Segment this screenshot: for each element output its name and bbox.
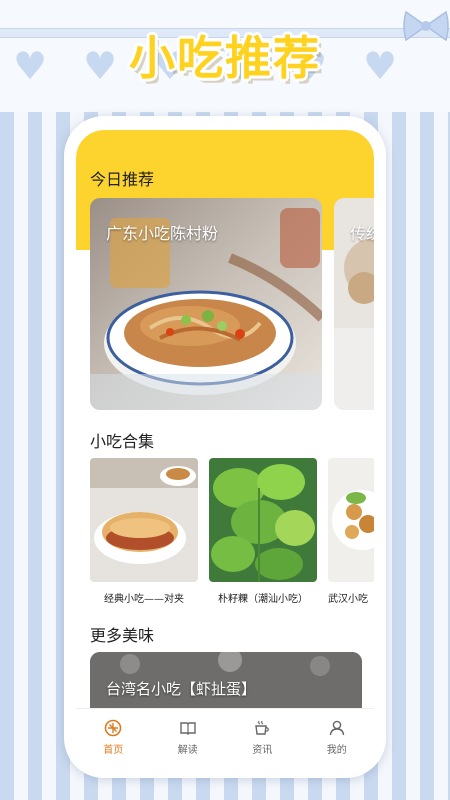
tab-label: 首页 <box>103 745 124 756</box>
app-screen: 今日推荐 广东小吃陈村粉 传 小吃合集 经典小吃——对夹 朴籽粿（潮汕小吃） 武… <box>76 130 374 766</box>
tab-read[interactable]: 解读 <box>151 709 226 766</box>
collection-item[interactable]: 经典小吃——对夹 <box>90 458 198 605</box>
recommend-card-title: 传统 <box>350 224 374 243</box>
recommend-card[interactable]: 广东小吃陈村粉 <box>90 198 322 410</box>
collection-item[interactable]: 朴籽粿（潮汕小吃） <box>209 458 317 605</box>
tab-news[interactable]: 资讯 <box>225 709 300 766</box>
book-icon <box>180 722 196 735</box>
collection-list: 经典小吃——对夹 朴籽粿（潮汕小吃） 武汉小吃 <box>90 458 374 618</box>
collection-section-title: 小吃合集 <box>90 432 155 451</box>
food-photo <box>328 458 374 582</box>
tab-label: 我的 <box>326 745 347 756</box>
home-icon <box>104 719 122 737</box>
bottom-tab-bar: 首页 解读 资讯 我的 <box>76 708 374 766</box>
collection-item[interactable]: 武汉小吃 <box>328 458 374 605</box>
food-photo <box>90 458 198 582</box>
recommend-card-title: 广东小吃陈村粉 <box>106 224 219 243</box>
collection-item-title: 武汉小吃 <box>328 594 368 605</box>
collection-item-title: 朴籽粿（潮汕小吃） <box>218 594 308 605</box>
tab-label: 资讯 <box>252 745 273 756</box>
today-section-title: 今日推荐 <box>90 170 155 189</box>
user-icon <box>329 720 344 736</box>
tab-label: 解读 <box>177 745 198 756</box>
food-photo <box>209 458 317 582</box>
banner-title: 小吃推荐 <box>129 31 321 85</box>
more-section-title: 更多美味 <box>90 626 155 645</box>
collection-item-title: 经典小吃——对夹 <box>104 594 184 605</box>
tab-home[interactable]: 首页 <box>76 709 151 766</box>
lace-scallops <box>0 96 450 118</box>
tab-profile[interactable]: 我的 <box>300 709 375 766</box>
coffee-cup-icon <box>255 720 270 735</box>
phone-frame: 今日推荐 广东小吃陈村粉 传 小吃合集 经典小吃——对夹 朴籽粿（潮汕小吃） 武… <box>64 116 386 778</box>
recommend-card[interactable]: 传统 <box>334 198 374 410</box>
more-card-title: 台湾名小吃【虾扯蛋】 <box>106 680 257 698</box>
